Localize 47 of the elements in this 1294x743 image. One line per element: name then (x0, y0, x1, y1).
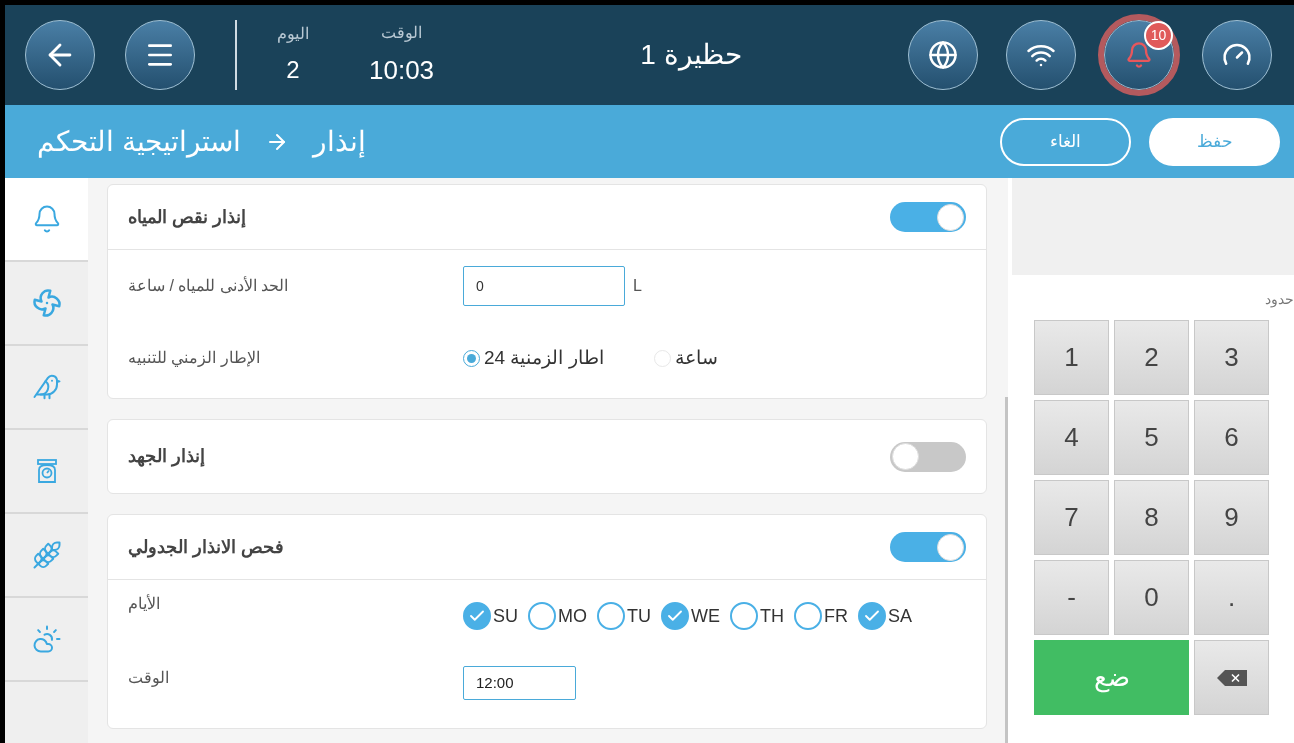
time-label: الوقت (381, 22, 423, 44)
day-label: اليوم (277, 24, 309, 45)
radio-option[interactable]: اطار الزمنية 24 (463, 343, 604, 373)
unit-label: L (633, 276, 642, 296)
field-label: الحد الأدنى للمياه / ساعة (128, 277, 289, 294)
field-label: الوقت (128, 669, 169, 686)
field-label: الإطار الزمني للتنبيه (128, 349, 260, 366)
radio-option[interactable]: ساعة (653, 343, 718, 373)
sidebar-tab[interactable] (5, 178, 88, 262)
keypad-key[interactable]: 0 (1114, 560, 1189, 635)
keypad-key[interactable]: . (1194, 560, 1269, 635)
time-value: 10:03 (369, 53, 435, 87)
keypad-key[interactable]: 6 (1194, 400, 1269, 475)
wheat-icon (31, 540, 62, 570)
keypad-key[interactable]: 4 (1034, 400, 1109, 475)
card-title: إنذار نقص المياه (128, 205, 246, 230)
card-title: فحص الانذار الجدولي (128, 535, 284, 560)
house-title: حظيرة 1 (640, 38, 742, 73)
number-field[interactable]: 0 (463, 266, 625, 306)
keypad-label: حدود (1264, 290, 1294, 310)
time-field[interactable]: 12:00 (463, 666, 576, 700)
fan-icon (31, 288, 62, 318)
day-value: 2 (286, 55, 300, 85)
breadcrumb-item: إنذار (312, 124, 366, 160)
bird-icon (31, 372, 62, 402)
keypad-key[interactable]: 3 (1194, 320, 1269, 395)
day-checkbox[interactable]: MO (528, 602, 587, 630)
field-label: الأيام (128, 595, 160, 612)
toggle-switch[interactable] (890, 202, 966, 232)
cloud-sun-icon (31, 624, 62, 654)
globe-icon (928, 40, 958, 70)
day-checkbox[interactable]: WE (661, 602, 720, 630)
keypad-key[interactable]: 5 (1114, 400, 1189, 475)
keypad-key[interactable]: 1 (1034, 320, 1109, 395)
keypad-key[interactable]: 9 (1194, 480, 1269, 555)
keypad-key[interactable]: 8 (1114, 480, 1189, 555)
toggle-switch[interactable] (890, 532, 966, 562)
card-title: إنذار الجهد (128, 445, 205, 469)
backspace-icon (1216, 669, 1247, 686)
toggle-switch[interactable] (890, 441, 966, 472)
keypad-key[interactable]: 2 (1114, 320, 1189, 395)
backspace-key[interactable] (1194, 640, 1269, 715)
scale-icon (35, 458, 58, 484)
keypad-key[interactable]: - (1034, 560, 1109, 635)
bell-icon (1125, 41, 1153, 69)
keypad-key[interactable]: 7 (1034, 480, 1109, 555)
alarm-count-badge: 10 (1144, 21, 1173, 50)
